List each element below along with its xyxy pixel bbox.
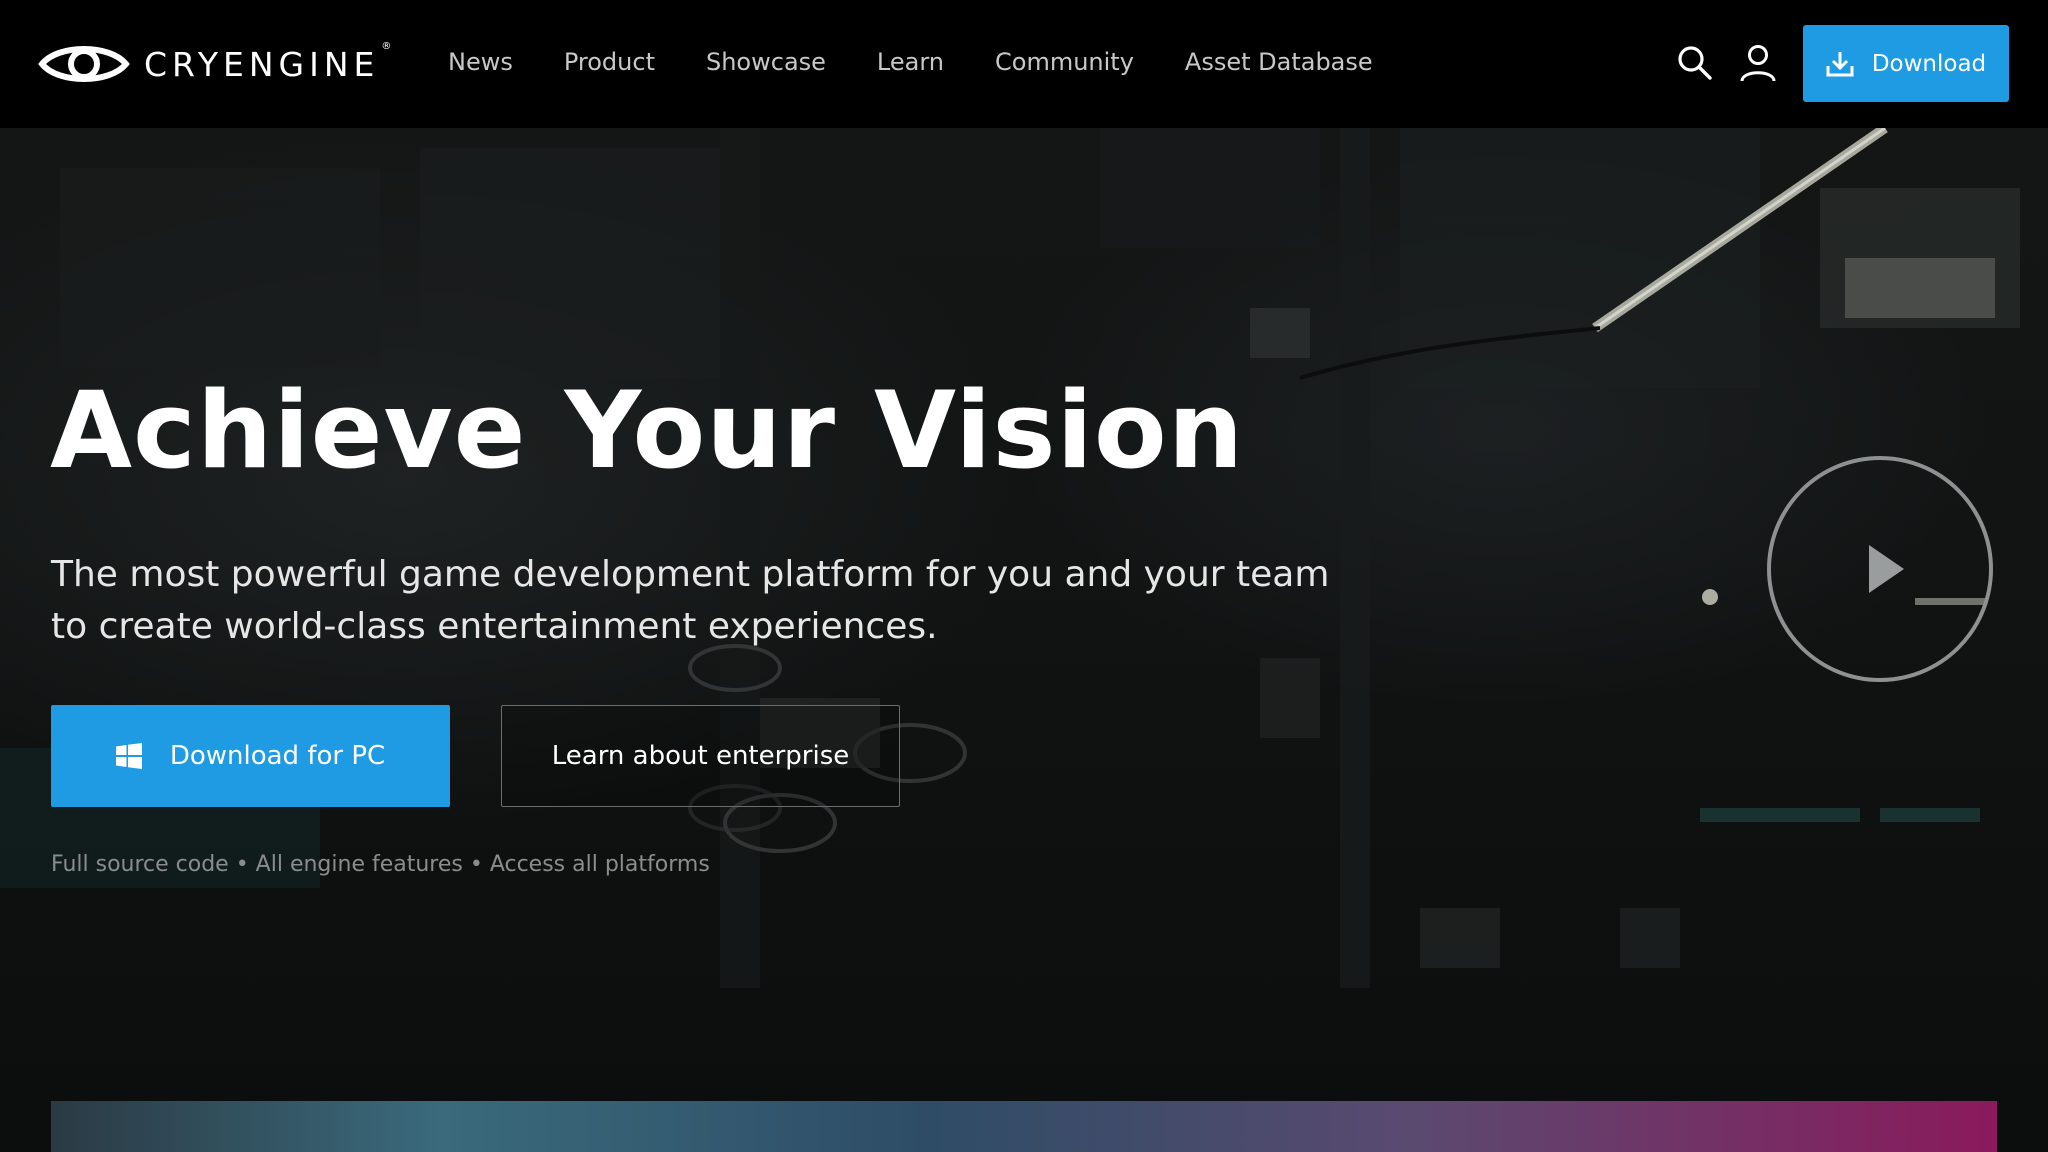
download-for-pc-button[interactable]: Download for PC [51, 705, 450, 807]
nav-link-community[interactable]: Community [995, 48, 1134, 76]
windows-icon [115, 743, 142, 769]
download-icon [1826, 51, 1854, 76]
page: CRYENGINE ® News Product Showcase Learn C… [0, 0, 2048, 1152]
download-for-pc-label: Download for PC [169, 741, 386, 771]
learn-enterprise-label: Learn about enterprise [551, 741, 850, 771]
registered-mark: ® [381, 40, 392, 52]
main-nav: News Product Showcase Learn Community As… [448, 44, 1424, 80]
play-video-button[interactable] [1767, 456, 1993, 682]
nav-download-label: Download [1871, 50, 1987, 77]
learn-enterprise-button[interactable]: Learn about enterprise [501, 705, 900, 807]
nav-download-button[interactable]: Download [1803, 25, 2009, 102]
logo-wordmark: CRYENGINE ® [144, 40, 392, 84]
hero-subtitle: The most powerful game development platf… [51, 554, 1330, 647]
user-icon[interactable] [1739, 44, 1777, 82]
hero-section: Achieve Your Vision The most powerful ga… [0, 128, 2048, 1152]
play-icon [1767, 456, 1993, 682]
cryengine-logo[interactable]: CRYENGINE ® [38, 40, 392, 88]
nav-link-showcase[interactable]: Showcase [706, 48, 826, 76]
eye-logo-icon [38, 46, 130, 82]
featured-banner-image[interactable] [51, 1101, 1997, 1152]
nav-link-news[interactable]: News [448, 48, 513, 76]
hero-features-text: Full source code • All engine features •… [51, 852, 710, 877]
nav-link-learn[interactable]: Learn [877, 48, 944, 76]
nav-link-product[interactable]: Product [564, 48, 655, 76]
search-icon[interactable] [1676, 44, 1714, 82]
hero-title: Achieve Your Vision [50, 369, 1245, 492]
top-navbar: CRYENGINE ® News Product Showcase Learn C… [0, 0, 2048, 128]
nav-link-asset-database[interactable]: Asset Database [1185, 48, 1373, 76]
